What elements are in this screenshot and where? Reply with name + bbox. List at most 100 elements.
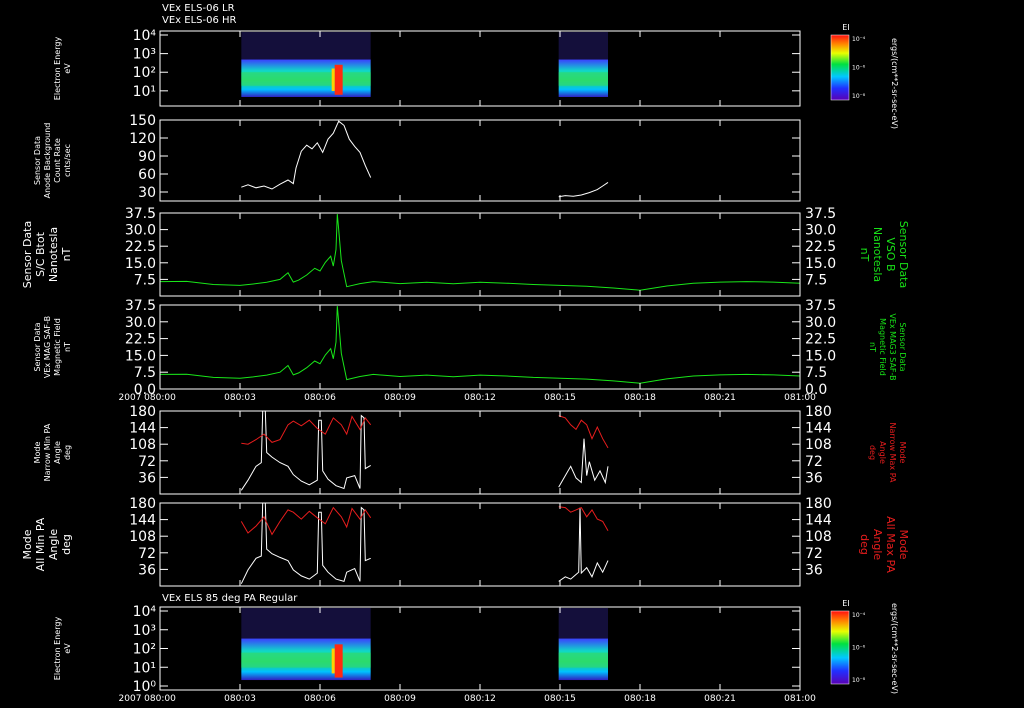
time-tick-label: 081:00 xyxy=(784,694,816,704)
time-tick-label: 080:06 xyxy=(304,393,336,403)
colorbar-unit-label: ergs/(cm**2-sr-sec-eV) xyxy=(890,603,899,694)
left-axis-label: Anode Background xyxy=(43,123,52,199)
y-tick-label-right: 30.0 xyxy=(805,223,836,239)
time-tick-label: 080:09 xyxy=(384,694,416,704)
y-tick-label-right: 144 xyxy=(805,513,832,529)
y-tick-label-right: 22.5 xyxy=(805,239,836,255)
y-tick-label-right: 7.5 xyxy=(805,272,827,288)
y-tick-label: 60 xyxy=(138,167,156,183)
time-tick-label: 081:00 xyxy=(784,393,816,403)
spectrogram-noise xyxy=(241,608,371,639)
y-tick-label: 15.0 xyxy=(125,256,156,272)
left-axis-label: Sensor Data xyxy=(33,322,42,371)
panel-frame xyxy=(159,119,801,202)
right-axis-label: All Max PA xyxy=(884,516,897,573)
y-tick-label: 10¹ xyxy=(133,84,156,100)
colorbar-tick-label: 10⁻⁶ xyxy=(852,65,866,72)
spectrogram-noise xyxy=(558,32,608,60)
left-axis-label: Count Rate xyxy=(53,138,62,183)
plot-stage: 10⁴10³10²10¹Electron Energy eVEI10⁻⁴10⁻⁶1… xyxy=(21,23,910,704)
time-tick-label: 080:12 xyxy=(464,694,496,704)
colorbar-tick-label: 10⁻⁸ xyxy=(852,93,866,100)
y-tick-label: 108 xyxy=(129,529,156,545)
left-axis-label: Mode xyxy=(33,442,42,464)
y-tick-label-right: 144 xyxy=(805,421,832,437)
y-tick-label: 22.5 xyxy=(125,332,156,348)
left-axis-label: VEx MAG SAF-B xyxy=(43,316,52,378)
colorbar-tick-label: 10⁻⁸ xyxy=(852,677,866,684)
y-tick-label: 7.5 xyxy=(134,272,156,288)
y-tick-label: 120 xyxy=(129,131,156,147)
series-line-white xyxy=(241,120,372,190)
time-tick-label: 080:15 xyxy=(544,393,576,403)
series-line-red xyxy=(558,506,609,531)
series-line-red xyxy=(240,506,372,536)
year-label: 2007 xyxy=(119,694,142,704)
right-axis-label: Sensor Data xyxy=(898,322,907,371)
y-tick-label: 72 xyxy=(138,546,156,562)
right-axis-label: Angle xyxy=(878,441,887,464)
right-axis-label: Narrow Max PA xyxy=(888,423,897,484)
colorbar-unit-label: ergs/(cm**2-sr-sec-eV) xyxy=(890,38,899,129)
series-line-green xyxy=(159,214,801,291)
right-axis-label: Nanotesla xyxy=(871,227,884,282)
colorbar-title: EI xyxy=(842,599,849,608)
y-tick-label: 10⁴ xyxy=(133,28,157,44)
right-axis-label: deg xyxy=(858,534,871,555)
right-axis-label: nT xyxy=(868,342,877,352)
time-tick-label: 080:03 xyxy=(224,694,256,704)
colorbar-title: EI xyxy=(842,23,849,32)
right-axis-label: VSO B xyxy=(884,237,897,271)
colorbar xyxy=(830,34,850,101)
left-axis-label: Nanotesla xyxy=(47,227,60,282)
left-axis-label: Electron Energy xyxy=(53,37,62,101)
colorbar xyxy=(830,610,850,685)
colorbar-tick-label: 10⁻⁴ xyxy=(852,612,866,619)
y-tick-label-right: 15.0 xyxy=(805,256,836,272)
y-tick-label-right: 36 xyxy=(805,470,823,486)
right-axis-label: Mode xyxy=(897,530,910,560)
y-tick-label-right: 36 xyxy=(805,562,823,578)
left-axis-label: Magnetic Field xyxy=(53,318,62,376)
y-tick-label-right: 37.5 xyxy=(805,298,836,314)
right-axis-label: deg xyxy=(868,445,877,460)
left-axis-label: eV xyxy=(63,643,72,654)
spectrogram-peak xyxy=(334,644,343,678)
y-tick-label: 10² xyxy=(133,642,156,658)
y-tick-label: 10² xyxy=(133,65,156,81)
time-tick-label: 080:09 xyxy=(384,393,416,403)
left-axis-label: S/C Btot xyxy=(34,231,47,276)
y-tick-label: 22.5 xyxy=(125,239,156,255)
time-tick-label: 080:00 xyxy=(144,694,176,704)
series-line-red xyxy=(241,415,372,445)
left-axis-label: eV xyxy=(63,63,72,74)
y-tick-label: 72 xyxy=(138,454,156,470)
time-tick-label: 080:18 xyxy=(624,393,656,403)
spectrogram-core xyxy=(241,652,371,668)
y-tick-label: 90 xyxy=(138,149,156,165)
y-tick-label: 180 xyxy=(129,404,156,420)
y-tick-label: 30.0 xyxy=(125,223,156,239)
y-tick-label: 108 xyxy=(129,437,156,453)
left-axis-label: nT xyxy=(63,342,72,352)
left-axis-label: Narrow Min PA xyxy=(43,423,52,481)
y-tick-label: 180 xyxy=(129,496,156,512)
left-axis-label: Mode xyxy=(21,529,34,559)
left-axis-label: All Min PA xyxy=(34,517,47,571)
y-tick-label-right: 180 xyxy=(805,496,832,512)
right-axis-label: Sensor Data xyxy=(897,221,910,288)
y-tick-label: 30 xyxy=(138,185,156,201)
y-tick-label-right: 72 xyxy=(805,546,823,562)
y-tick-label: 144 xyxy=(129,421,156,437)
y-tick-label: 10⁴ xyxy=(133,604,157,620)
spectrogram-noise xyxy=(558,608,608,639)
left-axis-label: cnts/sec xyxy=(63,144,72,177)
y-tick-label: 15.0 xyxy=(125,348,156,364)
y-tick-label-right: 15.0 xyxy=(805,348,836,364)
panel-frame xyxy=(159,410,801,495)
spectrogram-peak xyxy=(334,64,343,95)
right-axis-label: VEx MAG3 SAF-B xyxy=(888,313,897,380)
time-tick-label: 080:06 xyxy=(304,694,336,704)
y-tick-label: 37.5 xyxy=(125,298,156,314)
spectrogram-peak-edge xyxy=(331,648,335,674)
